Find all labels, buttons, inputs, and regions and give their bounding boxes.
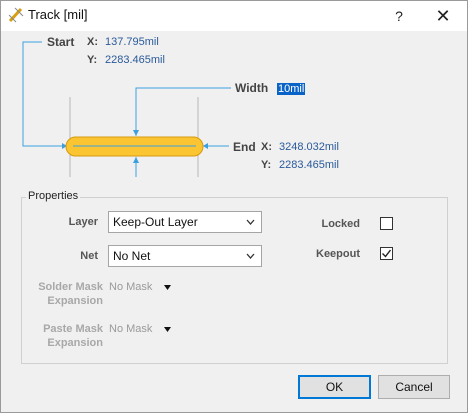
cancel-button[interactable]: Cancel	[378, 375, 450, 399]
checkmark-icon	[382, 249, 392, 258]
layer-select[interactable]: Keep-Out Layer	[108, 211, 262, 233]
window-title: Track [mil]	[28, 7, 88, 22]
width-bottom-arrow-icon	[133, 157, 139, 163]
paste-mask-value: No Mask	[109, 323, 153, 335]
net-select[interactable]: No Net	[108, 245, 262, 267]
paste-mask-select: No Mask	[109, 323, 179, 337]
width-leader-line	[135, 87, 231, 136]
track-diagram-drawing	[22, 41, 231, 177]
properties-group: Properties Layer Keep-Out Layer Net No N…	[21, 190, 448, 364]
start-label: Start	[47, 35, 75, 49]
solder-mask-label-line2: Expansion	[47, 295, 103, 307]
track-dialog: Track [mil] ? ✕ Start X: 137.795mil Y: 2…	[0, 0, 468, 413]
track-tool-icon	[8, 7, 24, 23]
paste-mask-label-line2: Expansion	[47, 337, 103, 349]
width-value: 10mil	[277, 83, 306, 95]
layer-select-value: Keep-Out Layer	[113, 215, 198, 229]
keepout-label: Keepout	[316, 248, 360, 260]
end-y-key: Y:	[261, 159, 272, 171]
end-x-value[interactable]: 3248.032mil	[279, 141, 339, 153]
solder-mask-select: No Mask	[109, 281, 179, 295]
paste-mask-label-line1: Paste Mask	[43, 323, 103, 335]
keepout-checkbox[interactable]	[380, 247, 393, 260]
chevron-down-icon	[246, 219, 255, 225]
width-label: Width	[235, 81, 269, 95]
end-x-key: X:	[261, 141, 272, 153]
close-button[interactable]: ✕	[421, 1, 465, 31]
layer-label: Layer	[68, 216, 98, 228]
end-arrow-icon	[203, 143, 208, 149]
track-diagram: Start X: 137.795mil Y: 2283.465mil Width…	[1, 31, 467, 191]
chevron-down-icon	[246, 253, 255, 259]
properties-legend: Properties	[26, 190, 81, 202]
net-label: Net	[80, 250, 98, 262]
width-top-arrow-icon	[133, 130, 139, 136]
start-x-key: X:	[87, 36, 98, 48]
solder-mask-value: No Mask	[109, 281, 153, 293]
locked-checkbox[interactable]	[380, 217, 393, 230]
help-button[interactable]: ?	[377, 1, 421, 31]
caret-down-icon	[164, 285, 171, 290]
end-y-value[interactable]: 2283.465mil	[279, 159, 339, 171]
ok-button[interactable]: OK	[298, 375, 371, 399]
start-x-value[interactable]: 137.795mil	[105, 36, 159, 48]
width-input[interactable]: 10mil	[277, 81, 347, 97]
start-y-key: Y:	[87, 54, 98, 66]
caret-down-icon	[164, 327, 171, 332]
solder-mask-label-line1: Solder Mask	[38, 281, 103, 293]
start-y-value[interactable]: 2283.465mil	[105, 54, 165, 66]
end-label: End	[233, 140, 256, 154]
title-bar: Track [mil] ? ✕	[1, 1, 467, 31]
close-icon: ✕	[435, 6, 451, 26]
start-leader-line	[22, 41, 67, 147]
locked-label: Locked	[321, 218, 360, 230]
net-select-value: No Net	[113, 249, 151, 263]
